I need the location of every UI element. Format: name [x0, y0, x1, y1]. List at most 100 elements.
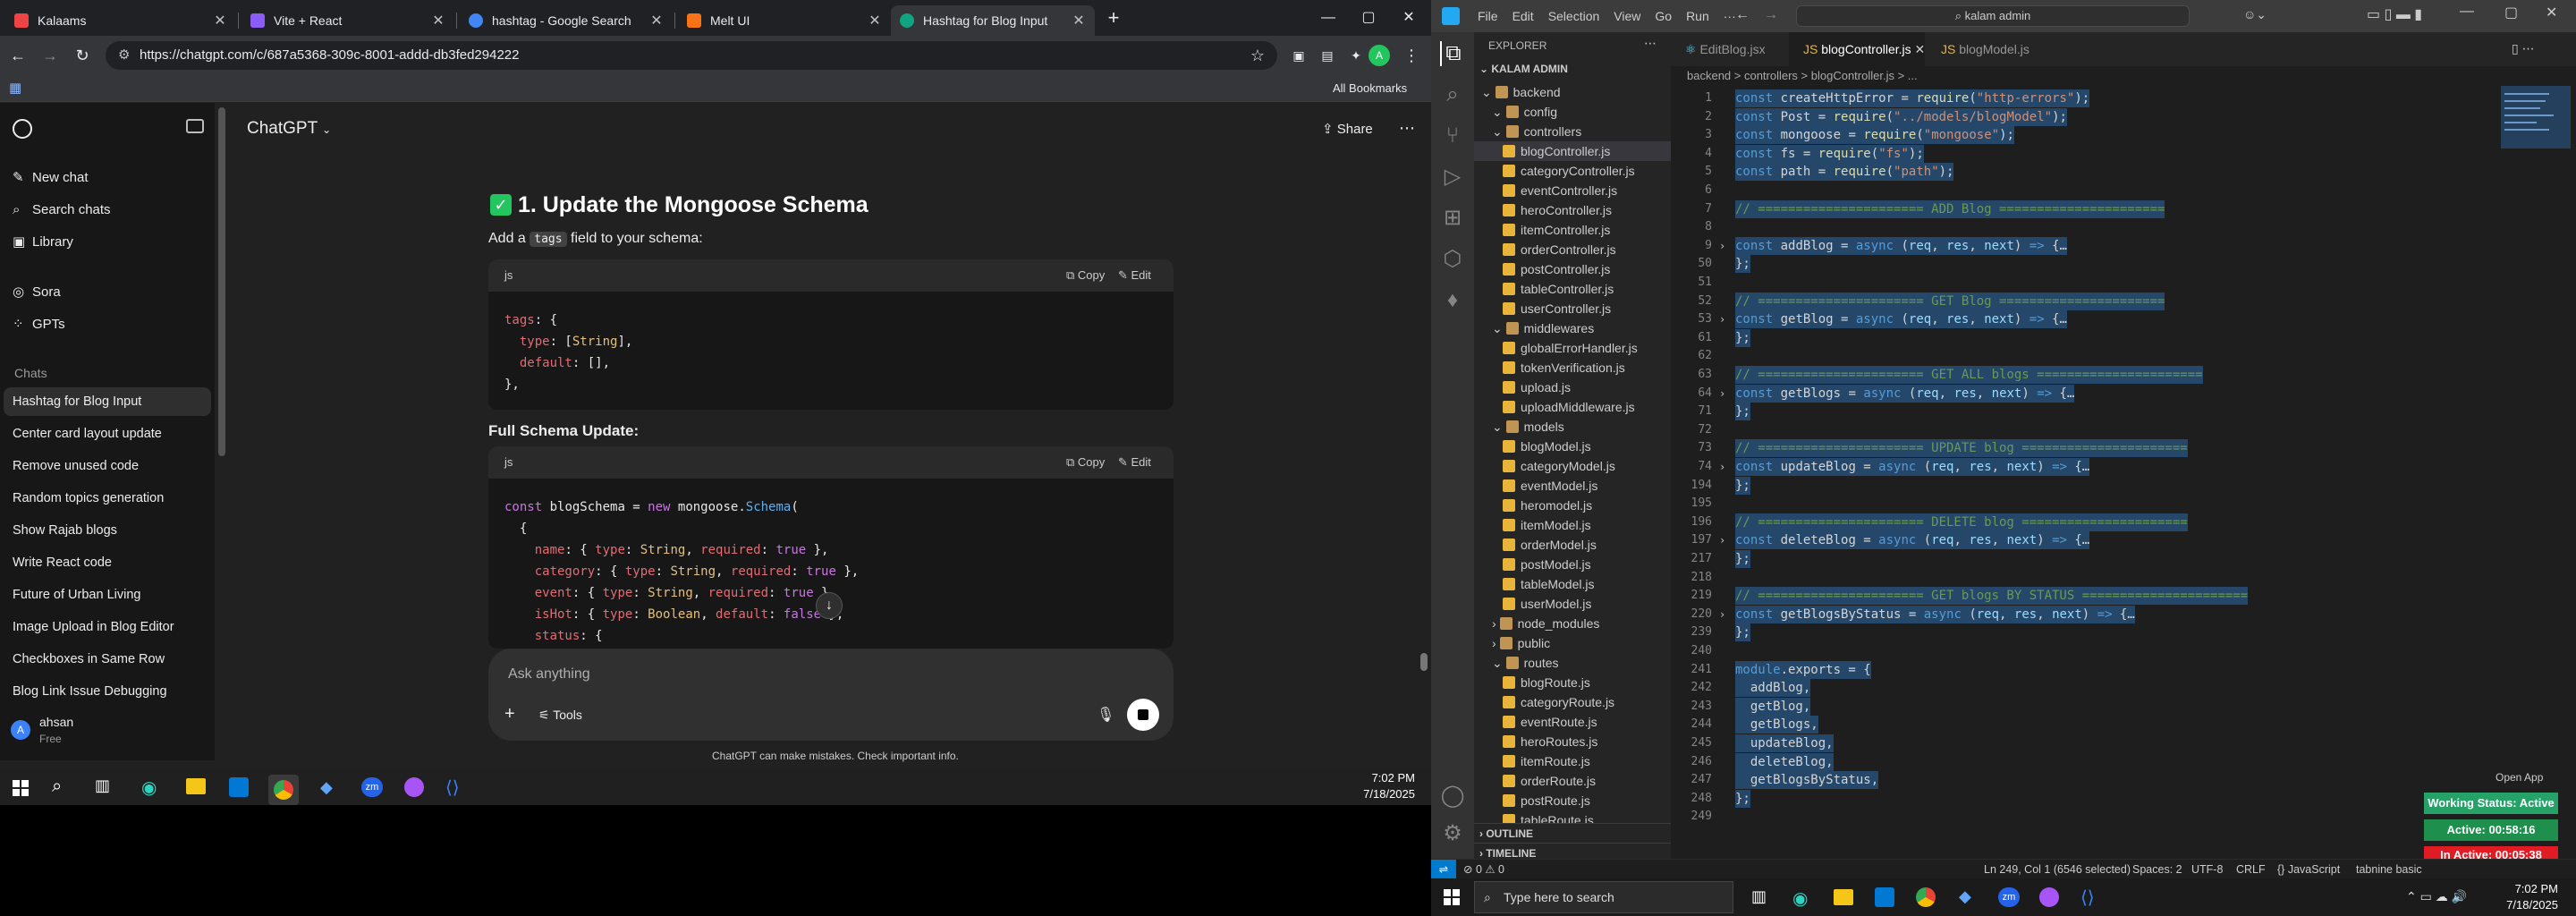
menu-item[interactable]: Go — [1648, 0, 1679, 32]
fold-chevron-icon[interactable]: › — [1719, 458, 1725, 476]
avatar[interactable]: A — [11, 720, 30, 740]
tree-folder[interactable]: ⌄ routes — [1474, 653, 1671, 673]
back-button[interactable]: ← — [7, 45, 29, 66]
chat-history-item[interactable]: Write React code — [4, 548, 211, 577]
account-icon[interactable]: ◯ — [1440, 784, 1465, 809]
run-debug-icon[interactable]: ▷ — [1440, 165, 1465, 190]
tree-file[interactable]: orderController.js — [1474, 240, 1671, 259]
sidebar-toggle-icon[interactable] — [186, 119, 204, 133]
main-scrollbar[interactable] — [1420, 653, 1428, 671]
menu-item[interactable]: Selection — [1541, 0, 1607, 32]
maximize-button[interactable]: ▢ — [1355, 7, 1382, 29]
tree-file[interactable]: categoryController.js — [1474, 161, 1671, 181]
tree-file[interactable]: categoryRoute.js — [1474, 692, 1671, 712]
problems-count[interactable]: ⊘ 0 ⚠ 0 — [1463, 860, 1504, 879]
tree-file[interactable]: heroRoutes.js — [1474, 732, 1671, 751]
sidebar-scrollbar[interactable] — [218, 107, 225, 456]
profile-avatar[interactable]: A — [1368, 45, 1390, 66]
chrome-taskbar-button[interactable] — [268, 775, 299, 805]
close-icon[interactable]: ✕ — [431, 12, 445, 30]
tree-file[interactable]: orderRoute.js — [1474, 771, 1671, 791]
close-icon[interactable]: ✕ — [1915, 42, 1926, 56]
gear-icon[interactable]: ⚙ — [1440, 821, 1465, 846]
close-window-button[interactable]: ✕ — [2546, 4, 2557, 21]
tree-file[interactable]: tableModel.js — [1474, 574, 1671, 594]
layout-icon[interactable]: ▭ ▯ ▬ ▮ — [2367, 5, 2422, 23]
nav-forward-icon[interactable]: → — [1764, 7, 1778, 23]
browser-tab-active[interactable]: Hashtag for Blog Input ✕ — [891, 5, 1095, 36]
minimap[interactable] — [2494, 86, 2576, 846]
chat-history-item[interactable]: Remove unused code — [4, 452, 211, 480]
vscode-icon[interactable]: ⟨⟩ — [445, 776, 460, 799]
scroll-down-icon[interactable]: ↓ — [816, 592, 843, 619]
more-actions-icon[interactable]: ⋯ — [1644, 36, 1657, 51]
fold-chevron-icon[interactable]: › — [1719, 237, 1725, 255]
chrome-icon[interactable] — [1916, 887, 1936, 907]
code-editor[interactable]: 1 const createHttpError = require("http-e… — [1671, 86, 2494, 846]
tree-file[interactable]: blogModel.js — [1474, 437, 1671, 456]
windows-start-icon[interactable] — [13, 780, 29, 796]
fold-chevron-icon[interactable]: › — [1719, 531, 1725, 549]
tree-file[interactable]: userController.js — [1474, 299, 1671, 318]
site-info-icon[interactable]: ⚙ — [118, 41, 130, 70]
tree-folder[interactable]: › node_modules — [1474, 614, 1671, 633]
search-icon[interactable]: ⌕ — [52, 776, 62, 797]
tree-folder[interactable]: ⌄ controllers — [1474, 122, 1671, 141]
minimize-button[interactable]: — — [1315, 7, 1342, 29]
edit-button[interactable]: ✎ Edit — [1118, 446, 1151, 479]
file-explorer-icon[interactable] — [186, 778, 206, 794]
tree-file[interactable]: uploadMiddleware.js — [1474, 397, 1671, 417]
language-mode[interactable]: {} JavaScript — [2277, 860, 2340, 879]
menu-item[interactable]: Run — [1679, 0, 1716, 32]
chat-history-item[interactable]: Checkboxes in Same Row — [4, 645, 211, 674]
vscode-icon[interactable]: ⟨⟩ — [2080, 886, 2095, 909]
browser-tab-google[interactable]: hashtag - Google Search ✕ — [460, 5, 673, 36]
mongodb-leaf-icon[interactable]: ♦ — [1440, 288, 1465, 313]
taskbar-search-box[interactable]: ⌕ Type here to search — [1474, 881, 1733, 913]
chat-history-item[interactable]: Hashtag for Blog Input — [4, 387, 211, 416]
close-icon[interactable]: ✕ — [213, 12, 227, 30]
tree-folder[interactable]: ⌄ config — [1474, 102, 1671, 122]
search-chats-button[interactable]: ⌕ Search chats — [11, 196, 208, 225]
stop-button[interactable] — [1127, 699, 1159, 731]
minimap-slider[interactable] — [2501, 86, 2571, 148]
edit-button[interactable]: ✎ Edit — [1118, 259, 1151, 292]
edge-icon[interactable]: ◉ — [1792, 887, 1808, 910]
tree-file[interactable]: tableController.js — [1474, 279, 1671, 299]
reload-button[interactable]: ↻ — [72, 45, 93, 66]
github-icon[interactable] — [2039, 887, 2059, 907]
tree-file[interactable]: itemController.js — [1474, 220, 1671, 240]
cursor-position[interactable]: Ln 249, Col 1 (6546 selected) — [1984, 860, 2131, 879]
explorer-icon[interactable]: ⧉ — [1440, 41, 1465, 66]
chat-history-item[interactable]: Show Rajab blogs — [4, 516, 211, 545]
tree-file[interactable]: postController.js — [1474, 259, 1671, 279]
user-name[interactable]: ahsan — [39, 715, 73, 729]
workspace-root[interactable]: ⌄ KALAM ADMIN — [1479, 63, 1568, 75]
fold-chevron-icon[interactable]: › — [1719, 385, 1725, 403]
menu-item[interactable]: View — [1606, 0, 1648, 32]
new-tab-button[interactable]: + — [1100, 7, 1127, 29]
tree-file[interactable]: postRoute.js — [1474, 791, 1671, 810]
bookmark-star-icon[interactable]: ☆ — [1250, 41, 1265, 70]
tree-file[interactable]: tokenVerification.js — [1474, 358, 1671, 377]
browser-tab-vite[interactable]: Vite + React ✕ — [242, 5, 454, 36]
copilot-icon[interactable]: ☺⌄ — [2243, 7, 2267, 22]
source-control-icon[interactable]: ⑂ — [1440, 123, 1465, 148]
tree-folder[interactable]: › public — [1474, 633, 1671, 653]
tree-file[interactable]: heromodel.js — [1474, 496, 1671, 515]
menu-item[interactable]: Edit — [1505, 0, 1541, 32]
edge-icon[interactable]: ◉ — [141, 776, 157, 799]
plus-icon[interactable]: + — [504, 704, 515, 725]
store-icon[interactable] — [1875, 887, 1894, 907]
tree-file[interactable]: heroController.js — [1474, 200, 1671, 220]
tree-file[interactable]: itemRoute.js — [1474, 751, 1671, 771]
store-icon[interactable] — [229, 777, 249, 797]
share-button[interactable]: ⇪ Share — [1322, 121, 1373, 137]
library-button[interactable]: ▣ Library — [11, 228, 208, 257]
windows-start-icon[interactable] — [1444, 889, 1460, 905]
chat-history-item[interactable]: Blog Link Issue Debugging — [4, 677, 211, 706]
tree-file[interactable]: userModel.js — [1474, 594, 1671, 614]
chat-history-item[interactable]: Image Upload in Blog Editor — [4, 613, 211, 641]
nav-back-icon[interactable]: ← — [1735, 7, 1750, 23]
more-options-icon[interactable]: ⋯ — [1399, 119, 1415, 138]
